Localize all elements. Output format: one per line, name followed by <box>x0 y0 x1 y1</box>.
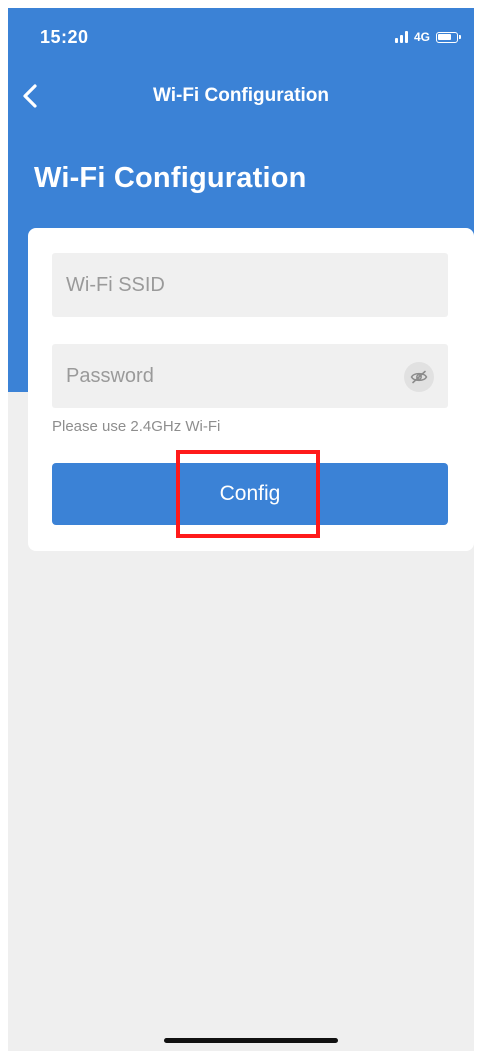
password-field <box>52 344 448 408</box>
status-time: 15:20 <box>40 27 89 47</box>
password-input[interactable] <box>52 344 448 408</box>
page-title: Wi-Fi Configuration <box>34 162 307 194</box>
frequency-hint: Please use 2.4GHz Wi-Fi <box>52 418 221 435</box>
nav-title: Wi-Fi Configuration <box>152 85 330 106</box>
ssid-input[interactable] <box>52 253 448 317</box>
home-indicator <box>164 1038 338 1043</box>
wifi-form-card: Please use 2.4GHz Wi-Fi Config <box>28 228 474 551</box>
signal-icon <box>394 31 408 43</box>
ssid-field <box>52 253 448 317</box>
network-type: 4G <box>413 30 430 44</box>
status-indicators: 4G <box>394 30 461 44</box>
phone-screen: 15:20 4G Wi-Fi Configuration Wi-Fi Confi… <box>8 8 474 1051</box>
navigation-bar: Wi-Fi Configuration <box>8 74 474 118</box>
password-visibility-toggle[interactable] <box>404 362 434 392</box>
eye-off-icon <box>410 370 428 384</box>
status-bar: 15:20 4G <box>8 8 474 70</box>
config-button[interactable]: Config <box>52 463 448 525</box>
battery-icon <box>436 31 461 43</box>
